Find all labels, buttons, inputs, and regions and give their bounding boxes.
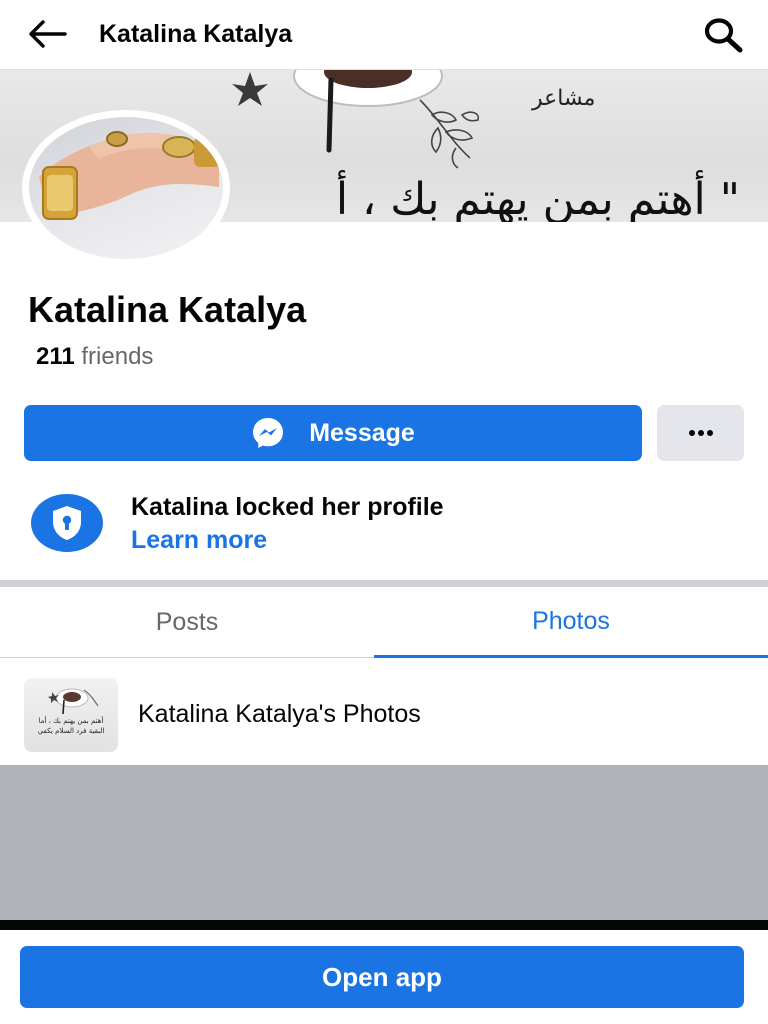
locked-profile-title: Katalina locked her profile bbox=[131, 493, 444, 521]
album-label: Katalina Katalya's Photos bbox=[138, 700, 421, 728]
arrow-left-icon bbox=[29, 20, 67, 48]
content-placeholder bbox=[0, 765, 768, 920]
tab-posts[interactable]: Posts bbox=[0, 588, 374, 658]
search-button[interactable] bbox=[700, 14, 746, 56]
more-options-button[interactable] bbox=[657, 405, 744, 461]
friends-label: friends bbox=[81, 343, 154, 370]
messenger-icon bbox=[251, 416, 285, 450]
message-button[interactable]: Message bbox=[24, 405, 642, 461]
cover-caption-top: مشاعر bbox=[532, 86, 596, 111]
divider-bar bbox=[0, 920, 768, 930]
album-thumbnail-caption: أهتم بمن يهتم بك ، أما البقية فرد السلام… bbox=[37, 717, 105, 735]
more-dots-icon bbox=[688, 430, 713, 436]
shield-lock-icon bbox=[31, 494, 103, 552]
friends-count: 211 bbox=[36, 343, 75, 370]
album-list-item[interactable]: أهتم بمن يهتم بك ، أما البقية فرد السلام… bbox=[0, 659, 768, 765]
section-divider bbox=[0, 580, 768, 587]
cover-caption-main: " أهتم بمن يهتم بك ، أ bbox=[335, 174, 740, 222]
top-bar: Katalina Katalya bbox=[0, 0, 768, 70]
learn-more-link[interactable]: Learn more bbox=[131, 524, 267, 556]
header-title: Katalina Katalya bbox=[99, 20, 293, 48]
open-app-button[interactable]: Open app bbox=[20, 946, 744, 1008]
tab-photos[interactable]: Photos bbox=[374, 588, 768, 658]
friends-count-row[interactable]: 211 friends bbox=[36, 343, 153, 371]
message-label: Message bbox=[309, 418, 415, 447]
profile-avatar[interactable] bbox=[22, 110, 230, 266]
profile-name: Katalina Katalya bbox=[28, 289, 307, 330]
back-button[interactable] bbox=[26, 16, 68, 52]
avatar-photo bbox=[29, 117, 223, 259]
album-thumbnail: أهتم بمن يهتم بك ، أما البقية فرد السلام… bbox=[24, 678, 118, 752]
search-icon bbox=[704, 18, 743, 53]
